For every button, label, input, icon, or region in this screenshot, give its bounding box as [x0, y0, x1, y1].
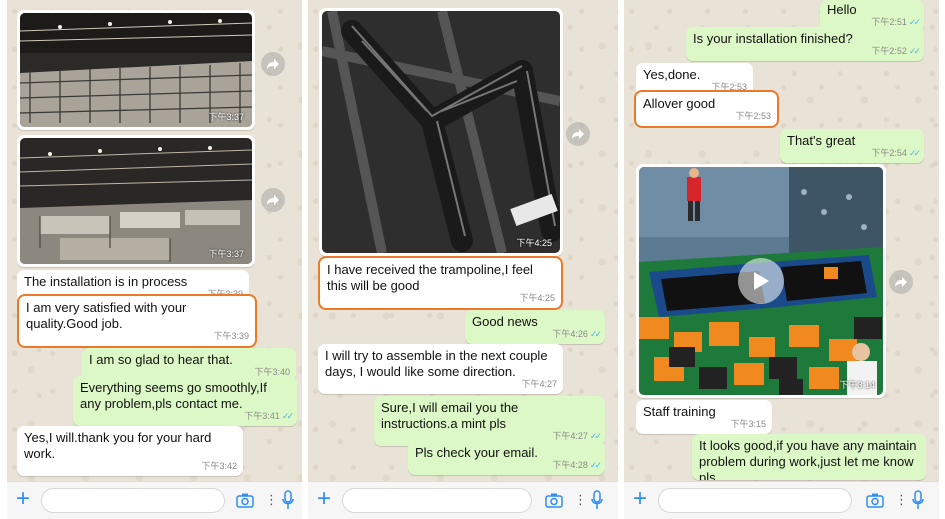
- camera-icon[interactable]: [236, 492, 254, 508]
- message-text: Yes,done.: [643, 67, 701, 82]
- message-input[interactable]: [41, 488, 225, 513]
- forward-icon: [267, 59, 279, 69]
- warehouse-photo: 下午3:37: [20, 13, 252, 127]
- plus-icon[interactable]: +: [633, 486, 647, 512]
- incoming-message-highlighted[interactable]: Allover good 下午2:53: [634, 90, 779, 128]
- incoming-message[interactable]: Staff training 下午3:15: [636, 400, 772, 434]
- message-text: I am very satisfied with your quality.Go…: [26, 300, 187, 331]
- read-receipt-icon: ✓✓: [908, 46, 921, 56]
- outgoing-message[interactable]: Good news 下午4:26 ✓✓: [465, 310, 605, 344]
- incoming-message[interactable]: Yes,I will.thank you for your hard work.…: [17, 426, 243, 476]
- chat-panel-2: 下午4:25 I have received the trampoline,I …: [308, 0, 618, 519]
- plus-icon[interactable]: +: [317, 486, 331, 512]
- compose-bar: + ⋮: [308, 481, 618, 519]
- message-time: 下午2:53: [735, 111, 771, 121]
- incoming-message-highlighted[interactable]: I have received the trampoline,I feel th…: [318, 256, 563, 310]
- more-icon[interactable]: ⋮: [895, 491, 908, 509]
- message-text: Hello: [827, 2, 857, 17]
- message-time: 下午3:15: [730, 419, 766, 429]
- read-receipt-icon: ✓✓: [589, 431, 602, 441]
- photo-message[interactable]: 下午3:37: [17, 135, 255, 267]
- read-receipt-icon: ✓✓: [908, 148, 921, 158]
- wrapped-frame-photo: 下午4:25: [322, 11, 560, 253]
- read-receipt-icon: ✓✓: [908, 17, 921, 27]
- message-time: 下午4:26 ✓✓: [552, 329, 602, 339]
- message-text: I have received the trampoline,I feel th…: [327, 262, 533, 293]
- message-time: 下午4:27: [521, 379, 557, 389]
- photo-message[interactable]: 下午3:37: [17, 10, 255, 130]
- chat-panel-3: Hello 下午2:51 ✓✓ Is your installation fini…: [624, 0, 939, 519]
- message-text: It looks good,if you have any maintain p…: [699, 438, 917, 480]
- message-time: 下午3:37: [208, 112, 244, 122]
- camera-icon[interactable]: [866, 492, 884, 508]
- message-time: 下午4:25: [516, 238, 552, 248]
- message-input[interactable]: [658, 488, 852, 513]
- message-time: 下午4:25: [519, 293, 555, 303]
- message-time: 下午3:39: [213, 331, 249, 341]
- microphone-icon[interactable]: [282, 490, 294, 510]
- trampoline-video-thumbnail: 下午3:14: [639, 167, 883, 395]
- message-text: Allover good: [643, 96, 716, 111]
- microphone-icon[interactable]: [912, 490, 924, 510]
- video-message[interactable]: 下午3:14: [636, 164, 886, 398]
- message-time: 下午2:54 ✓✓: [871, 148, 921, 158]
- photo-message[interactable]: 下午4:25: [319, 8, 563, 256]
- message-text: Is your installation finished?: [693, 31, 853, 46]
- chat-panel-1: 下午3:37 下午3:37 The installation is in pro…: [7, 0, 302, 519]
- read-receipt-icon: ✓✓: [589, 329, 602, 339]
- microphone-icon[interactable]: [591, 490, 603, 510]
- read-receipt-icon: ✓✓: [281, 411, 294, 421]
- incoming-message-highlighted[interactable]: I am very satisfied with your quality.Go…: [17, 294, 257, 348]
- forward-button[interactable]: [261, 188, 285, 212]
- message-text: Sure,I will email you the instructions.a…: [381, 400, 519, 431]
- message-time: 下午3:37: [208, 249, 244, 259]
- outgoing-message[interactable]: Sure,I will email you the instructions.a…: [374, 396, 605, 446]
- message-text: Yes,I will.thank you for your hard work.: [24, 430, 212, 461]
- camera-icon[interactable]: [545, 492, 563, 508]
- forward-icon: [572, 129, 584, 139]
- more-icon[interactable]: ⋮: [265, 491, 278, 509]
- message-time: 下午2:52 ✓✓: [871, 46, 921, 56]
- message-text: Pls check your email.: [415, 445, 538, 460]
- play-button[interactable]: [738, 258, 784, 304]
- message-time: 下午3:42: [201, 461, 237, 471]
- forward-button[interactable]: [566, 122, 590, 146]
- plus-icon[interactable]: +: [16, 486, 30, 512]
- compose-bar: + ⋮: [624, 481, 939, 519]
- message-text: I am so glad to hear that.: [89, 352, 233, 367]
- forward-icon: [267, 195, 279, 205]
- outgoing-message[interactable]: Everything seems go smoothly,If any prob…: [73, 376, 297, 426]
- message-text: The installation is in process: [24, 274, 188, 289]
- message-text: Good news: [472, 314, 538, 329]
- forward-button[interactable]: [261, 52, 285, 76]
- message-text: Everything seems go smoothly,If any prob…: [80, 380, 267, 411]
- play-icon: [754, 272, 769, 290]
- incoming-message[interactable]: I will try to assemble in the next coupl…: [318, 344, 563, 394]
- outgoing-message[interactable]: That's great 下午2:54 ✓✓: [780, 129, 924, 163]
- forward-icon: [895, 277, 907, 287]
- message-text: Staff training: [643, 404, 716, 419]
- read-receipt-icon: ✓✓: [589, 460, 602, 470]
- outgoing-message[interactable]: Is your installation finished? 下午2:52 ✓✓: [686, 27, 924, 61]
- message-time: 下午4:28 ✓✓: [552, 460, 602, 470]
- message-text: That's great: [787, 133, 856, 148]
- warehouse-photo: 下午3:37: [20, 138, 252, 264]
- message-time: 下午3:41 ✓✓: [244, 411, 294, 421]
- outgoing-message[interactable]: Pls check your email. 下午4:28 ✓✓: [408, 441, 605, 475]
- forward-button[interactable]: [889, 270, 913, 294]
- message-text: I will try to assemble in the next coupl…: [325, 348, 548, 379]
- compose-bar: + ⋮: [7, 481, 302, 519]
- outgoing-message[interactable]: It looks good,if you have any maintain p…: [692, 434, 926, 480]
- more-icon[interactable]: ⋮: [574, 491, 587, 509]
- message-input[interactable]: [342, 488, 532, 513]
- message-time: 下午3:14: [839, 380, 875, 390]
